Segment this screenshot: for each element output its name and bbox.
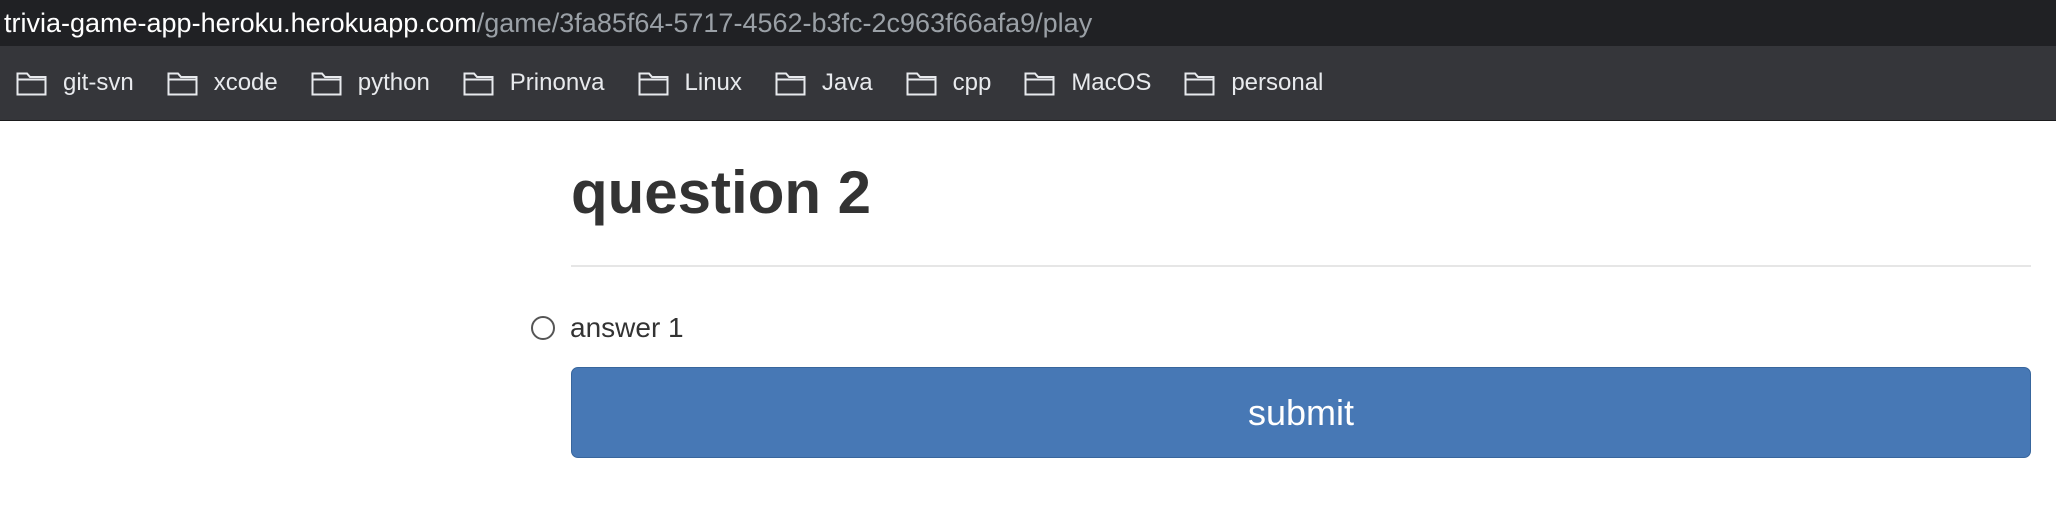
bookmark-python[interactable]: python — [295, 46, 447, 120]
bookmark-label: personal — [1231, 69, 1324, 96]
bookmark-linux[interactable]: Linux — [622, 46, 759, 120]
folder-icon — [638, 72, 669, 96]
submit-button[interactable]: submit — [571, 367, 2031, 458]
bookmark-cpp[interactable]: cpp — [890, 46, 1009, 120]
bookmark-git-svn[interactable]: git-svn — [0, 46, 151, 120]
bookmark-label: git-svn — [63, 69, 134, 96]
folder-icon — [1184, 72, 1215, 96]
divider — [571, 265, 2031, 267]
page-content: question 2 answer 1 submit — [0, 120, 2056, 508]
question-title: question 2 — [571, 159, 872, 226]
folder-icon — [16, 72, 47, 96]
bookmark-macos[interactable]: MacOS — [1008, 46, 1168, 120]
answer-label: answer 1 — [570, 312, 684, 343]
bookmarks-bar: git-svn xcode python Prinonva Linux Java… — [0, 46, 2056, 121]
bookmark-label: cpp — [952, 69, 992, 96]
bookmark-java[interactable]: Java — [759, 46, 890, 120]
bookmark-personal[interactable]: personal — [1168, 46, 1340, 120]
folder-icon — [167, 72, 198, 96]
bookmark-label: Prinonva — [509, 69, 605, 96]
url-host: trivia-game-app-heroku.herokuapp.com — [4, 7, 477, 38]
folder-icon — [906, 72, 937, 96]
bookmark-label: Java — [821, 69, 873, 96]
folder-icon — [311, 72, 342, 96]
address-bar[interactable]: trivia-game-app-heroku.herokuapp.com/gam… — [0, 0, 2056, 46]
bookmark-label: Linux — [684, 69, 742, 96]
answer-option[interactable]: answer 1 — [531, 312, 684, 344]
folder-icon — [463, 72, 494, 96]
folder-icon — [775, 72, 806, 96]
bookmark-prinonva[interactable]: Prinonva — [447, 46, 622, 120]
bookmark-label: xcode — [213, 69, 278, 96]
folder-icon — [1024, 72, 1055, 96]
bookmark-label: MacOS — [1071, 69, 1152, 96]
answer-radio[interactable] — [531, 316, 555, 340]
url-path: /game/3fa85f64-5717-4562-b3fc-2c963f66af… — [476, 7, 1093, 38]
bookmark-label: python — [357, 69, 430, 96]
bookmark-xcode[interactable]: xcode — [151, 46, 295, 120]
